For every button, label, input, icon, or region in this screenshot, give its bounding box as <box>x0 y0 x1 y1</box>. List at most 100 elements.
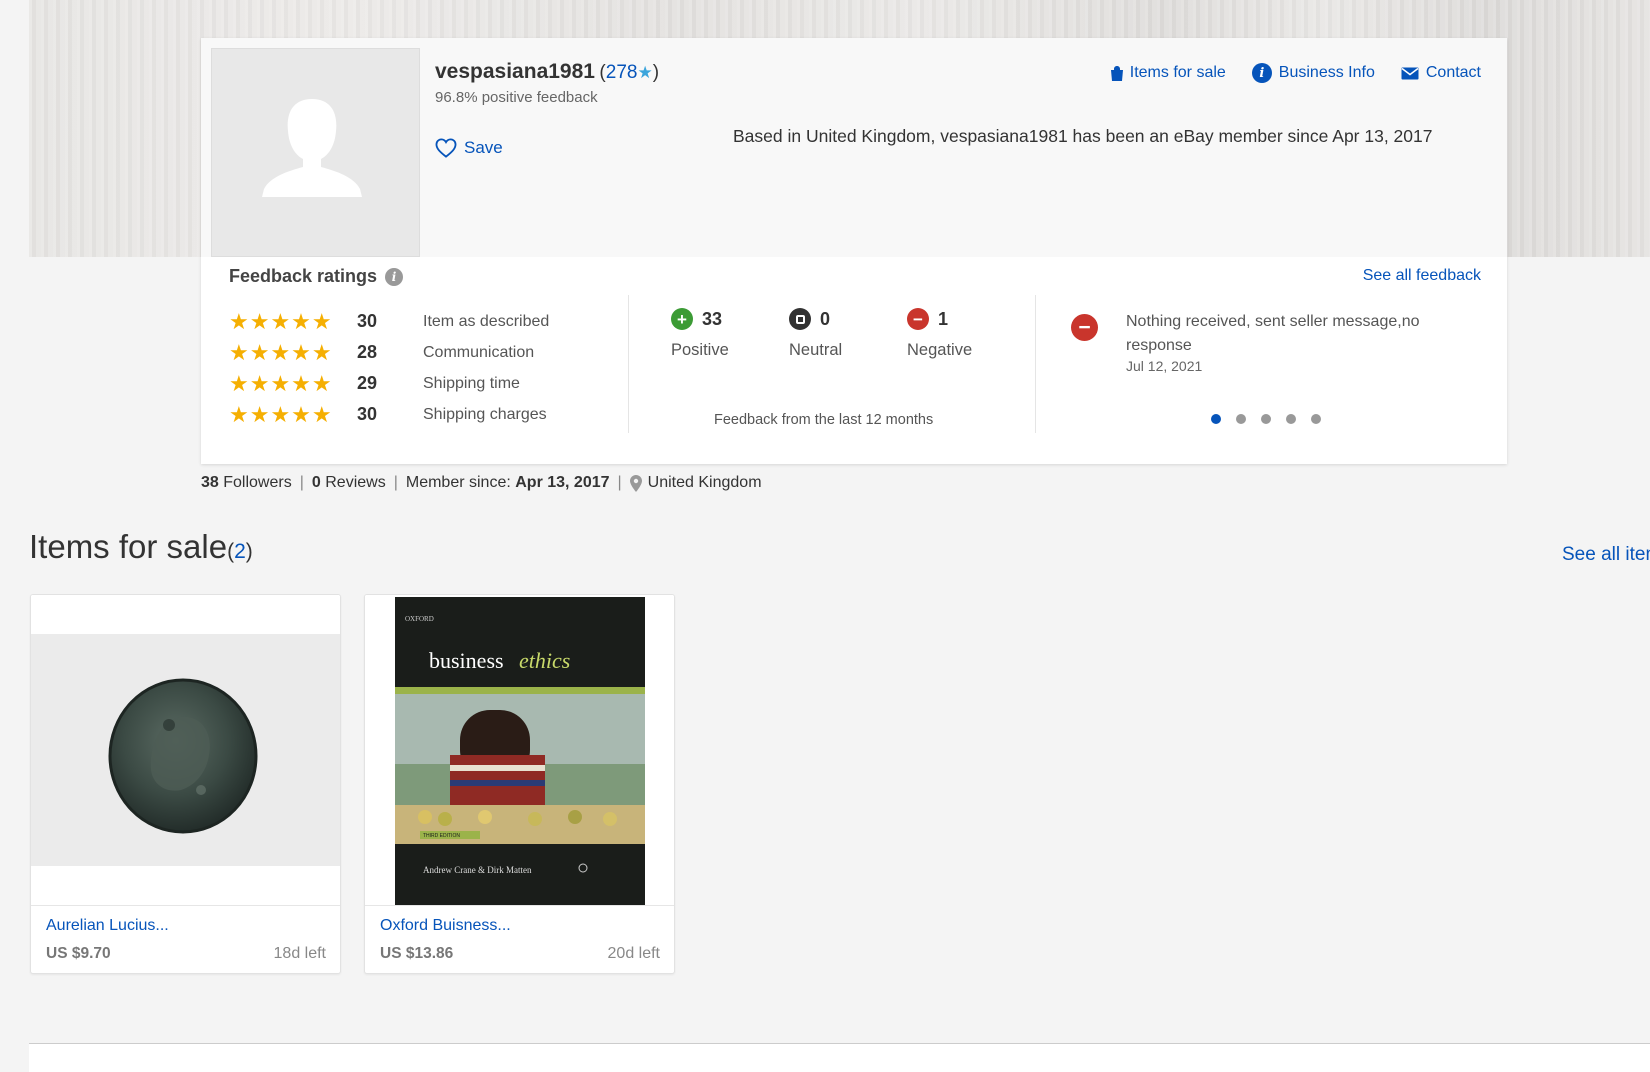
info-icon[interactable]: i <box>385 267 404 286</box>
items-for-sale-heading: Items for sale(2) <box>29 528 253 566</box>
heart-icon <box>435 138 457 158</box>
dsr-row: ★★★★★ 29 Shipping time <box>229 368 549 399</box>
star-rating-icon: ★★★★★ <box>229 401 333 427</box>
see-all-items-link[interactable]: See all items <box>1562 544 1650 566</box>
feedback-counts: +33 Positive 0 Neutral −1 Negative <box>671 308 1025 360</box>
divider <box>1035 295 1036 433</box>
negative-count[interactable]: −1 Negative <box>907 308 1025 360</box>
divider <box>628 295 629 433</box>
item-title[interactable]: Oxford Buisness... <box>380 917 511 935</box>
carousel-dot[interactable] <box>1236 414 1246 424</box>
items-for-sale-title: Items for sale <box>29 528 228 565</box>
feedback-score[interactable]: (278★) <box>599 62 659 83</box>
positive-count-value: 33 <box>702 308 723 329</box>
star-rating-icon: ★★★★★ <box>229 308 333 334</box>
book-title-part-a: business <box>429 648 504 673</box>
reviews-label[interactable]: Reviews <box>325 474 385 492</box>
separator: | <box>393 474 398 491</box>
item-card[interactable]: Aurelian Lucius... US $9.70 18d left <box>30 594 341 974</box>
username[interactable]: vespasiana1981 <box>435 60 595 83</box>
item-time-left: 18d left <box>273 945 326 962</box>
item-image[interactable] <box>31 595 340 905</box>
neutral-count-value: 0 <box>820 308 831 329</box>
carousel-dot[interactable] <box>1286 414 1296 424</box>
items-count-number: 2 <box>234 540 246 563</box>
save-label: Save <box>464 138 503 157</box>
dsr-row: ★★★★★ 30 Shipping charges <box>229 399 549 430</box>
avatar <box>211 48 420 257</box>
recent-feedback-text: Nothing received, sent seller message,no… <box>1126 313 1420 354</box>
book-title-part-b: ethics <box>519 648 570 673</box>
separator: | <box>299 474 304 491</box>
dsr-row: ★★★★★ 30 Item as described <box>229 306 549 337</box>
carousel-dots <box>1211 414 1321 424</box>
followers-label[interactable]: Followers <box>223 474 291 492</box>
carousel-dot[interactable] <box>1261 414 1271 424</box>
feedback-ratings-heading: Feedback ratings i <box>229 266 404 287</box>
neutral-circle-icon <box>789 308 811 330</box>
dsr-count: 29 <box>357 373 378 393</box>
member-description: Based in United Kingdom, vespasiana1981 … <box>733 126 1433 146</box>
coin-image <box>31 595 340 905</box>
member-since-label: Member since: <box>405 474 511 491</box>
positive-count-label: Positive <box>671 341 729 359</box>
dsr-count: 30 <box>357 404 378 424</box>
separator: | <box>617 474 622 491</box>
detailed-seller-ratings: ★★★★★ 30 Item as described ★★★★★ 28 Comm… <box>229 306 549 430</box>
see-all-feedback-link[interactable]: See all feedback <box>1363 267 1481 285</box>
item-card[interactable]: OXFORD business ethics THIRD EDITION And… <box>364 594 675 974</box>
dsr-label: Shipping time <box>423 374 520 392</box>
neutral-count[interactable]: 0 Neutral <box>789 308 907 360</box>
contact-label: Contact <box>1425 64 1481 81</box>
location: United Kingdom <box>647 474 762 491</box>
user-placeholder-icon <box>262 99 362 197</box>
item-title[interactable]: Aurelian Lucius... <box>46 917 169 935</box>
items-count: (2) <box>227 540 253 563</box>
minus-circle-icon: − <box>907 308 929 330</box>
info-icon: i <box>1251 63 1272 83</box>
star-rating-icon: ★★★★★ <box>229 370 333 396</box>
bag-icon <box>1110 65 1123 81</box>
star-icon: ★ <box>637 63 653 82</box>
dsr-row: ★★★★★ 28 Communication <box>229 337 549 368</box>
negative-count-value: 1 <box>938 308 949 329</box>
dsr-count: 30 <box>357 311 378 331</box>
items-for-sale-label: Items for sale <box>1129 64 1226 81</box>
book-publisher: OXFORD <box>405 615 434 623</box>
followers-count: 38 <box>201 474 219 491</box>
footer-area <box>29 1044 1650 1072</box>
dsr-label: Item as described <box>423 312 550 330</box>
item-price: US $13.86 <box>380 945 454 962</box>
business-info-link[interactable]: i Business Info <box>1251 63 1375 83</box>
score-close: ) <box>652 62 660 83</box>
header-links: Items for sale i Business Info Contact <box>1110 63 1481 83</box>
plus-circle-icon: + <box>671 308 693 330</box>
negative-count-label: Negative <box>907 341 973 359</box>
item-image[interactable]: OXFORD business ethics THIRD EDITION And… <box>365 595 674 905</box>
location-pin-icon <box>629 474 642 492</box>
profile-card: vespasiana1981 (278★) 96.8% positive fee… <box>201 38 1507 464</box>
contact-link[interactable]: Contact <box>1401 63 1481 83</box>
item-price: US $9.70 <box>46 945 111 962</box>
book-authors: Andrew Crane & Dirk Matten <box>423 865 532 875</box>
member-since-date: Apr 13, 2017 <box>515 474 610 491</box>
star-rating-icon: ★★★★★ <box>229 339 333 365</box>
business-info-label: Business Info <box>1278 64 1375 81</box>
item-time-left: 20d left <box>607 945 660 962</box>
feedback-ratings-title: Feedback ratings <box>229 266 378 286</box>
username-row: vespasiana1981 (278★) <box>435 60 659 84</box>
save-seller-button[interactable]: Save <box>435 138 503 158</box>
feedback-score-number[interactable]: 278 <box>606 62 638 83</box>
carousel-dot[interactable] <box>1211 414 1221 424</box>
positive-count[interactable]: +33 Positive <box>671 308 789 360</box>
dsr-label: Shipping charges <box>423 405 547 423</box>
feedback-period-note: Feedback from the last 12 months <box>714 412 934 428</box>
divider <box>365 905 674 906</box>
items-count-close: ) <box>245 540 253 563</box>
items-for-sale-link[interactable]: Items for sale <box>1110 63 1226 83</box>
book-edition: THIRD EDITION <box>423 833 460 839</box>
envelope-icon <box>1401 67 1419 79</box>
carousel-dot[interactable] <box>1311 414 1321 424</box>
recent-feedback-date: Jul 12, 2021 <box>1126 358 1203 374</box>
dsr-label: Communication <box>423 343 535 361</box>
